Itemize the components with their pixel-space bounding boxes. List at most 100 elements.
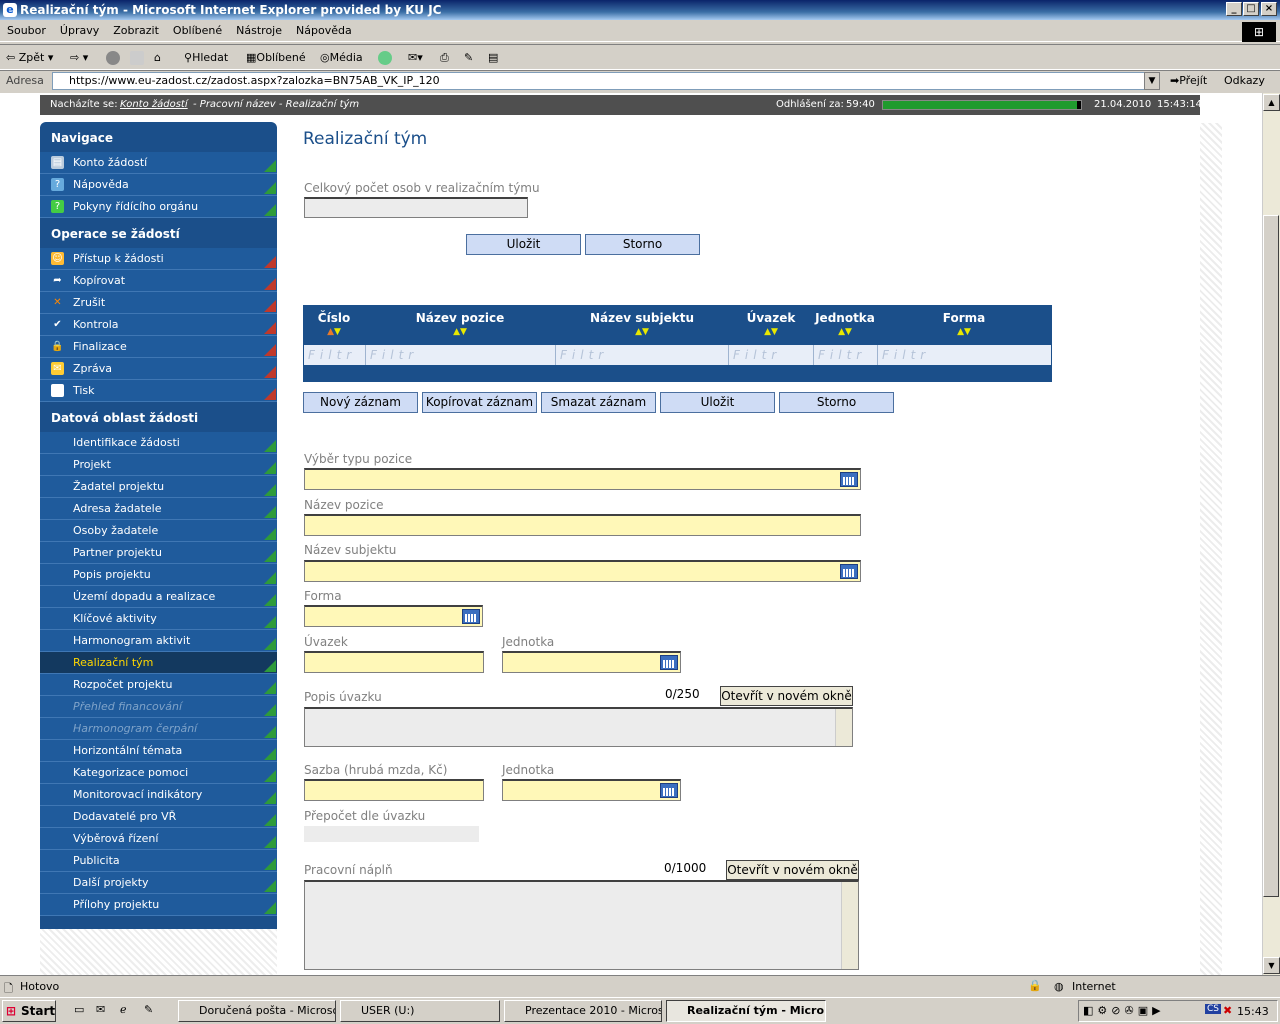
sidebar-item-monitorovaci-indikatory[interactable]: Monitorovací indikátory	[40, 784, 277, 806]
lookup-icon[interactable]	[840, 564, 858, 579]
workload-desc-open-button[interactable]: Otevřít v novém okně	[720, 686, 853, 706]
subject-name-field[interactable]	[304, 560, 861, 582]
workload-desc-textarea[interactable]	[304, 707, 853, 747]
sidebar-item-pokyny-ridiciho-organu[interactable]: ? Pokyny řídícího orgánu	[40, 196, 277, 218]
address-dropdown[interactable]: ▼	[1144, 72, 1160, 90]
sort-arrows-icon[interactable]: ▲▼	[813, 327, 877, 337]
filter-nazev-subjektu[interactable]: Filtr	[556, 345, 729, 365]
filter-nazev-pozice[interactable]: Filtr	[366, 345, 556, 365]
sidebar-item-kontrola[interactable]: ✔ Kontrola	[40, 314, 277, 336]
col-nazev-pozice[interactable]: Název pozice	[365, 311, 555, 325]
work-content-open-button[interactable]: Otevřít v novém okně	[726, 860, 859, 880]
tray-alert-icon[interactable]: ✖	[1223, 1004, 1232, 1017]
tray-icons[interactable]: ◧⚙⊘✇▣▶	[1083, 1004, 1165, 1017]
form-field[interactable]	[304, 605, 483, 627]
sidebar-item-kategorizace-pomoci[interactable]: Kategorizace pomoci	[40, 762, 277, 784]
sidebar-item-rozpocet-projektu[interactable]: Rozpočet projektu	[40, 674, 277, 696]
col-cislo[interactable]: Číslo	[303, 311, 365, 325]
sidebar-item-zrusit[interactable]: ✕ Zrušit	[40, 292, 277, 314]
sidebar-item-partner-projektu[interactable]: Partner projektu	[40, 542, 277, 564]
col-forma[interactable]: Forma	[877, 311, 1051, 325]
sidebar-item-kopirovat[interactable]: ➦ Kopírovat	[40, 270, 277, 292]
discuss-button[interactable]: ▤	[488, 48, 498, 68]
outlook-quick-icon[interactable]: ✉	[96, 1003, 105, 1016]
forward-button[interactable]: ⇨ ▾	[70, 48, 88, 68]
position-name-field[interactable]	[304, 514, 861, 536]
print-button[interactable]: ⎙	[440, 48, 449, 68]
record-cancel-button[interactable]: Storno	[779, 392, 894, 413]
sort-arrows-icon[interactable]: ▲▼	[555, 327, 729, 337]
sidebar-item-konto-zadosti[interactable]: ▤ Konto žádostí	[40, 152, 277, 174]
address-input[interactable]: https://www.eu-zadost.cz/zadost.aspx?zal…	[52, 72, 1160, 90]
stop-button[interactable]	[106, 48, 122, 68]
rate-field[interactable]	[304, 779, 484, 801]
close-button[interactable]: ×	[1261, 2, 1277, 16]
sidebar-item-zprava[interactable]: ✉ Zpráva	[40, 358, 277, 380]
filter-cislo[interactable]: Filtr	[304, 345, 366, 365]
sidebar-item-zadatel-projektu[interactable]: Žadatel projektu	[40, 476, 277, 498]
language-icon[interactable]: CS	[1205, 1004, 1221, 1014]
menu-oblibene[interactable]: Oblíbené	[166, 20, 229, 42]
new-record-button[interactable]: Nový záznam	[303, 392, 418, 413]
sidebar-item-harmonogram-aktivit[interactable]: Harmonogram aktivit	[40, 630, 277, 652]
sidebar-item-klicove-aktivity[interactable]: Klíčové aktivity	[40, 608, 277, 630]
menu-napoveda[interactable]: Nápověda	[289, 20, 359, 42]
menu-soubor[interactable]: Soubor	[0, 20, 53, 42]
links-button[interactable]: Odkazy	[1224, 74, 1265, 87]
sidebar-item-horizontalni-temata[interactable]: Horizontální témata	[40, 740, 277, 762]
home-button[interactable]: ⌂	[154, 48, 161, 68]
sidebar-item-uzemi-dopadu-a-realizace[interactable]: Území dopadu a realizace	[40, 586, 277, 608]
mail-button[interactable]: ✉▾	[408, 48, 423, 68]
sidebar-item-finalizace[interactable]: 🔒 Finalizace	[40, 336, 277, 358]
delete-record-button[interactable]: Smazat záznam	[541, 392, 656, 413]
work-content-textarea[interactable]	[304, 880, 859, 970]
col-nazev-subjektu[interactable]: Název subjektu	[555, 311, 729, 325]
menu-nastroje[interactable]: Nástroje	[229, 20, 289, 42]
sidebar-item-adresa-zadatele[interactable]: Adresa žadatele	[40, 498, 277, 520]
filter-jednotka[interactable]: Filtr	[814, 345, 878, 365]
position-type-field[interactable]	[304, 468, 861, 490]
breadcrumb-link[interactable]: Konto žádostí	[120, 95, 188, 115]
sidebar-item-napoveda[interactable]: ? Nápověda	[40, 174, 277, 196]
menu-zobrazit[interactable]: Zobrazit	[106, 20, 166, 42]
sidebar-item-identifikace-zadosti[interactable]: Identifikace žádosti	[40, 432, 277, 454]
minimize-button[interactable]: _	[1226, 2, 1242, 16]
show-desktop-icon[interactable]: ▭	[74, 1003, 84, 1016]
scroll-up-icon[interactable]: ▲	[1263, 94, 1280, 111]
sidebar-item-projekt[interactable]: Projekt	[40, 454, 277, 476]
task-explorer[interactable]: USER (U:)	[340, 1000, 500, 1022]
lookup-icon[interactable]	[840, 472, 858, 487]
task-ie[interactable]: Realizační tým - Micro...	[666, 1000, 826, 1022]
sidebar-item-pristup-k-zadosti[interactable]: ☺ Přístup k žádosti	[40, 248, 277, 270]
sidebar-item-tisk[interactable]: ▯ Tisk	[40, 380, 277, 402]
col-jednotka[interactable]: Jednotka	[813, 311, 877, 325]
edit-button[interactable]: ✎	[464, 48, 473, 68]
textarea-scrollbar[interactable]	[835, 709, 852, 746]
sidebar-item-realizacni-tym[interactable]: Realizační tým	[40, 652, 277, 674]
maximize-button[interactable]: □	[1243, 2, 1259, 16]
scroll-down-icon[interactable]: ▼	[1263, 957, 1280, 974]
lookup-icon[interactable]	[660, 783, 678, 798]
unit-field[interactable]	[502, 651, 681, 673]
lookup-icon[interactable]	[462, 609, 480, 624]
favorites-button[interactable]: ▦Oblíbené	[246, 48, 306, 68]
sidebar-item-dalsi-projekty[interactable]: Další projekty	[40, 872, 277, 894]
menu-upravy[interactable]: Úpravy	[53, 20, 106, 42]
filter-forma[interactable]: Filtr	[878, 345, 1051, 365]
sidebar-item-publicita[interactable]: Publicita	[40, 850, 277, 872]
filter-uvazek[interactable]: Filtr	[729, 345, 814, 365]
sort-arrows-icon[interactable]: ▲▼	[365, 327, 555, 337]
scroll-thumb[interactable]	[1263, 215, 1279, 897]
lookup-icon[interactable]	[660, 655, 678, 670]
col-uvazek[interactable]: Úvazek	[729, 311, 813, 325]
start-button[interactable]: ⊞ Start	[2, 1000, 56, 1022]
task-outlook[interactable]: Doručená pošta - Microso...	[178, 1000, 336, 1022]
refresh-button[interactable]	[130, 48, 146, 68]
search-button[interactable]: ⚲Hledat	[184, 48, 228, 68]
save-button[interactable]: Uložit	[466, 234, 581, 255]
sort-arrows-icon[interactable]: ▲▼	[729, 327, 813, 337]
textarea-scrollbar[interactable]	[841, 882, 858, 969]
rate-unit-field[interactable]	[502, 779, 681, 801]
sort-arrows-icon[interactable]: ▲▼	[877, 327, 1051, 337]
sort-arrows-icon[interactable]: ▲▼	[303, 327, 365, 337]
